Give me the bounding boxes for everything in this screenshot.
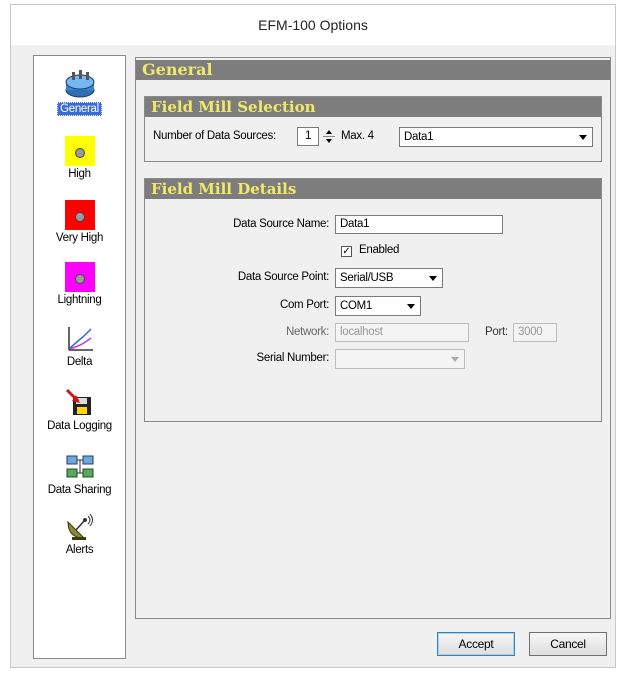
nav-label: High xyxy=(68,168,91,180)
port-input[interactable]: 3000 xyxy=(513,323,557,342)
field-mill-selection-group: Field Mill Selection Number of Data Sour… xyxy=(144,96,602,162)
enabled-checkbox[interactable]: ✓ xyxy=(341,246,352,257)
nav-label: Lightning xyxy=(57,294,102,306)
serial-number-label: Serial Number: xyxy=(256,352,330,364)
yellow-alarm-icon xyxy=(64,136,96,166)
spin-down-icon[interactable] xyxy=(323,137,335,146)
max-sources-label: Max. 4 xyxy=(341,130,374,142)
chevron-down-icon xyxy=(426,271,440,285)
data-source-select-value: Data1 xyxy=(404,131,434,143)
serial-number-select[interactable] xyxy=(335,349,465,369)
nav-item-data-logging[interactable]: Data Logging xyxy=(34,388,125,432)
window-title: EFM-100 Options xyxy=(11,5,615,45)
com-port-label: Com Port: xyxy=(279,299,329,311)
network-input[interactable]: localhost xyxy=(335,323,469,342)
nav-item-alerts[interactable]: Alerts xyxy=(34,512,125,556)
com-port-value: COM1 xyxy=(340,300,373,312)
dialog-client: General High Very High Lightning Delta D… xyxy=(17,45,611,663)
section-title: General xyxy=(136,60,610,80)
options-dialog: EFM-100 Options General High Very High L… xyxy=(10,4,616,668)
spin-up-icon[interactable] xyxy=(323,127,335,136)
options-panel: General Field Mill Selection Number of D… xyxy=(135,57,611,619)
field-mill-details-title: Field Mill Details xyxy=(145,179,601,199)
network-hub-icon xyxy=(64,70,96,100)
data-source-point-select[interactable]: Serial/USB xyxy=(335,268,443,288)
chevron-down-icon xyxy=(404,299,418,313)
port-label: Port: xyxy=(485,326,508,338)
magenta-alarm-icon xyxy=(64,262,96,292)
data-source-point-label: Data Source Point: xyxy=(237,271,329,283)
nav-item-general[interactable]: General xyxy=(34,70,125,116)
data-sharing-icon xyxy=(64,452,96,482)
field-mill-selection-title: Field Mill Selection xyxy=(145,97,601,117)
nav-label: Very High xyxy=(55,232,104,244)
accept-button[interactable]: Accept xyxy=(437,632,515,656)
num-sources-input[interactable]: 1 xyxy=(297,127,319,146)
network-label: Network: xyxy=(286,326,329,338)
enabled-label: Enabled xyxy=(359,244,400,256)
data-source-select[interactable]: Data1 xyxy=(399,127,593,147)
nav-label: General xyxy=(57,102,102,116)
nav-item-data-sharing[interactable]: Data Sharing xyxy=(34,452,125,496)
satellite-dish-icon xyxy=(64,512,96,542)
nav-label: Alerts xyxy=(65,544,94,556)
nav-item-delta[interactable]: Delta xyxy=(34,324,125,368)
nav-label: Data Sharing xyxy=(47,484,112,496)
options-nav: General High Very High Lightning Delta D… xyxy=(33,55,126,659)
com-port-select[interactable]: COM1 xyxy=(335,296,421,316)
nav-item-very-high[interactable]: Very High xyxy=(34,200,125,244)
nav-item-lightning[interactable]: Lightning xyxy=(34,262,125,306)
nav-label: Data Logging xyxy=(47,420,112,432)
data-source-point-value: Serial/USB xyxy=(340,272,394,284)
data-source-name-label: Data Source Name: xyxy=(233,218,329,230)
field-mill-details-group: Field Mill Details Data Source Name: Dat… xyxy=(144,178,602,422)
delta-chart-icon xyxy=(64,324,96,354)
num-sources-spinner[interactable] xyxy=(323,127,335,147)
chevron-down-icon xyxy=(448,352,462,366)
data-source-name-input[interactable]: Data1 xyxy=(335,215,503,234)
data-logging-icon xyxy=(64,388,96,418)
nav-item-high[interactable]: High xyxy=(34,136,125,180)
num-sources-label: Number of Data Sources: xyxy=(153,130,276,142)
red-alarm-icon xyxy=(64,200,96,230)
nav-label: Delta xyxy=(66,356,93,368)
cancel-button[interactable]: Cancel xyxy=(529,632,607,656)
chevron-down-icon xyxy=(576,130,590,144)
